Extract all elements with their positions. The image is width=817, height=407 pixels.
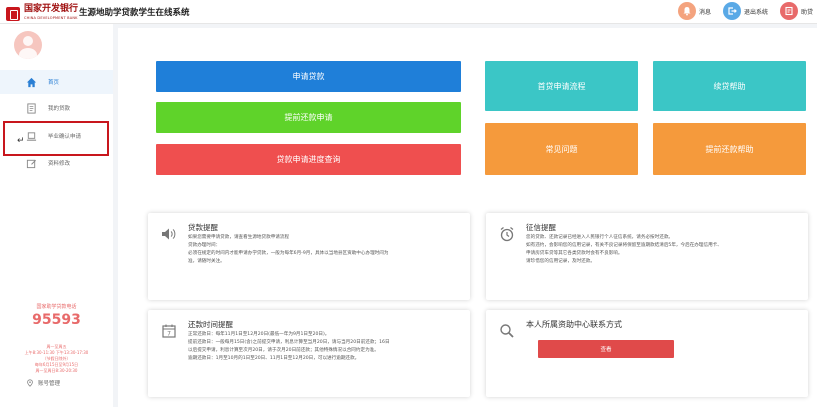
logout-label: 退出系统 <box>743 8 768 16</box>
alarm-clock-icon <box>498 225 516 243</box>
edit-icon <box>24 156 38 170</box>
loan-notice-title: 贷款提醒 <box>188 223 218 232</box>
repayment-notice-line: 提前还款日：一般每月15日(含)之前提交申请，利息计算至当月20日，请与当月20… <box>188 340 390 345</box>
loan-notice-line: 贷款办理时间： <box>188 243 221 248</box>
help-label: 助贷 <box>800 8 813 16</box>
repayment-notice-line: 逾期还款日：1月至10月的1日至20日、11月1日至12月20日，可以进行逾期还… <box>188 356 360 361</box>
messages-label: 消息 <box>698 8 711 16</box>
credit-notice-line: 请珍惜您的信用记录，及时还款。 <box>526 259 595 264</box>
apply-loan-button[interactable]: 申请贷款 <box>156 61 461 92</box>
bank-logo-icon <box>6 7 20 21</box>
bell-icon <box>677 2 696 20</box>
credit-notice-title: 征信提醒 <box>526 223 556 232</box>
hotline-hours: 周一至周五 上午8:30-11:30 下午13:30-17:30 （节假日除外）… <box>0 344 113 374</box>
sidebar: 首页 我的贷款 毕业确认申请 资料修改 国家助学贷款电话 95593 周一至周五… <box>0 24 113 407</box>
calendar-icon: 7 <box>160 322 178 340</box>
system-title: 生源地助学贷款学生在线系统 <box>79 8 190 18</box>
hotline-label: 国家助学贷款电话 <box>36 304 77 310</box>
account-management-label: 账号管理 <box>38 381 61 387</box>
search-icon <box>498 322 516 340</box>
repayment-notice-card: 7 还款时间提醒 正常还款日：每年11月1日至12月20日(最低一年为9月1日至… <box>148 310 470 397</box>
sidebar-item-label: 我的贷款 <box>48 106 71 112</box>
contact-title: 本人所属资助中心联系方式 <box>526 320 622 329</box>
repayment-notice-title: 还款时间提醒 <box>188 320 233 329</box>
bank-logo: 国家开发银行 CHINA DEVELOPMENT BANK <box>6 5 78 23</box>
loan-notice-card: 贷款提醒 如果您需要申请贷款，请查看生源地贷款申请流程 贷款办理时间： 必须在规… <box>148 213 470 300</box>
messages-button[interactable]: 消息 <box>677 2 711 20</box>
contact-card: 本人所属资助中心联系方式 查看 <box>486 310 808 397</box>
renewal-help-button[interactable]: 续贷帮助 <box>653 61 806 111</box>
hotline-hours-line: 周一至周日8:30-20:30 <box>35 368 78 373</box>
bank-name-en: CHINA DEVELOPMENT BANK <box>24 16 78 20</box>
loan-file-icon <box>24 101 38 115</box>
sidebar-item-my-loans[interactable]: 我的贷款 <box>0 96 113 120</box>
credit-notice-line: 如有违约，会影响您的信用记录，有关不良记录将保留至逾期款结清后5年，今后在办理信… <box>526 243 722 248</box>
sidebar-item-label: 资料修改 <box>48 161 71 167</box>
early-repayment-button[interactable]: 提前还款申请 <box>156 102 461 133</box>
account-management-link[interactable]: 账号管理 <box>26 379 60 387</box>
credit-notice-line: 您的贷款、还款记录已经进入人民银行个人征信系统，请务必按时还款。 <box>526 235 674 240</box>
logout-icon <box>722 2 741 20</box>
logout-button[interactable]: 退出系统 <box>722 2 768 20</box>
sidebar-item-home[interactable]: 首页 <box>0 70 113 94</box>
faq-button[interactable]: 常见问题 <box>485 123 638 175</box>
loan-notice-line: 必须在规定的时间内才能申请办学贷款，一般为每年6月-9月，具体以当地县区资助中心… <box>188 251 389 256</box>
first-loan-process-button[interactable]: 首贷申请流程 <box>485 61 638 111</box>
help-button[interactable]: 助贷 <box>779 2 813 20</box>
home-icon <box>24 75 38 89</box>
cursor-arrow-icon: ↵ <box>17 136 25 146</box>
sidebar-item-label: 首页 <box>48 80 60 86</box>
repayment-notice-line: 正常还款日：每年11月1日至12月20日(最低一年为9月1日至20日)。 <box>188 332 330 337</box>
location-pin-icon <box>27 379 33 387</box>
top-bar: 国家开发银行 CHINA DEVELOPMENT BANK 生源地助学贷款学生在… <box>0 0 817 24</box>
credit-notice-line: 申请房贷车贷等其它各类贷款时会有不良影响。 <box>526 251 623 256</box>
avatar[interactable] <box>14 31 42 59</box>
credit-notice-card: 征信提醒 您的贷款、还款记录已经进入人民银行个人征信系统，请务必按时还款。 如有… <box>486 213 808 300</box>
early-repayment-help-button[interactable]: 提前还款帮助 <box>653 123 806 175</box>
loan-notice-line: 准，请随时关注。 <box>188 259 225 264</box>
svg-text:7: 7 <box>167 331 171 338</box>
loan-progress-button[interactable]: 贷款申请进度查询 <box>156 144 461 175</box>
loan-notice-line: 如果您需要申请贷款，请查看生源地贷款申请流程 <box>188 235 290 240</box>
hotline-number: 95593 <box>32 312 81 328</box>
speaker-icon <box>160 225 178 243</box>
help-icon <box>779 2 798 20</box>
bank-name-cn: 国家开发银行 <box>24 4 79 14</box>
view-contact-button[interactable]: 查看 <box>538 340 674 358</box>
repayment-notice-line: 以后提交申请，利息计算至次月20日，请于次月20日前还款；其他特殊情况以合同约定… <box>188 348 379 353</box>
